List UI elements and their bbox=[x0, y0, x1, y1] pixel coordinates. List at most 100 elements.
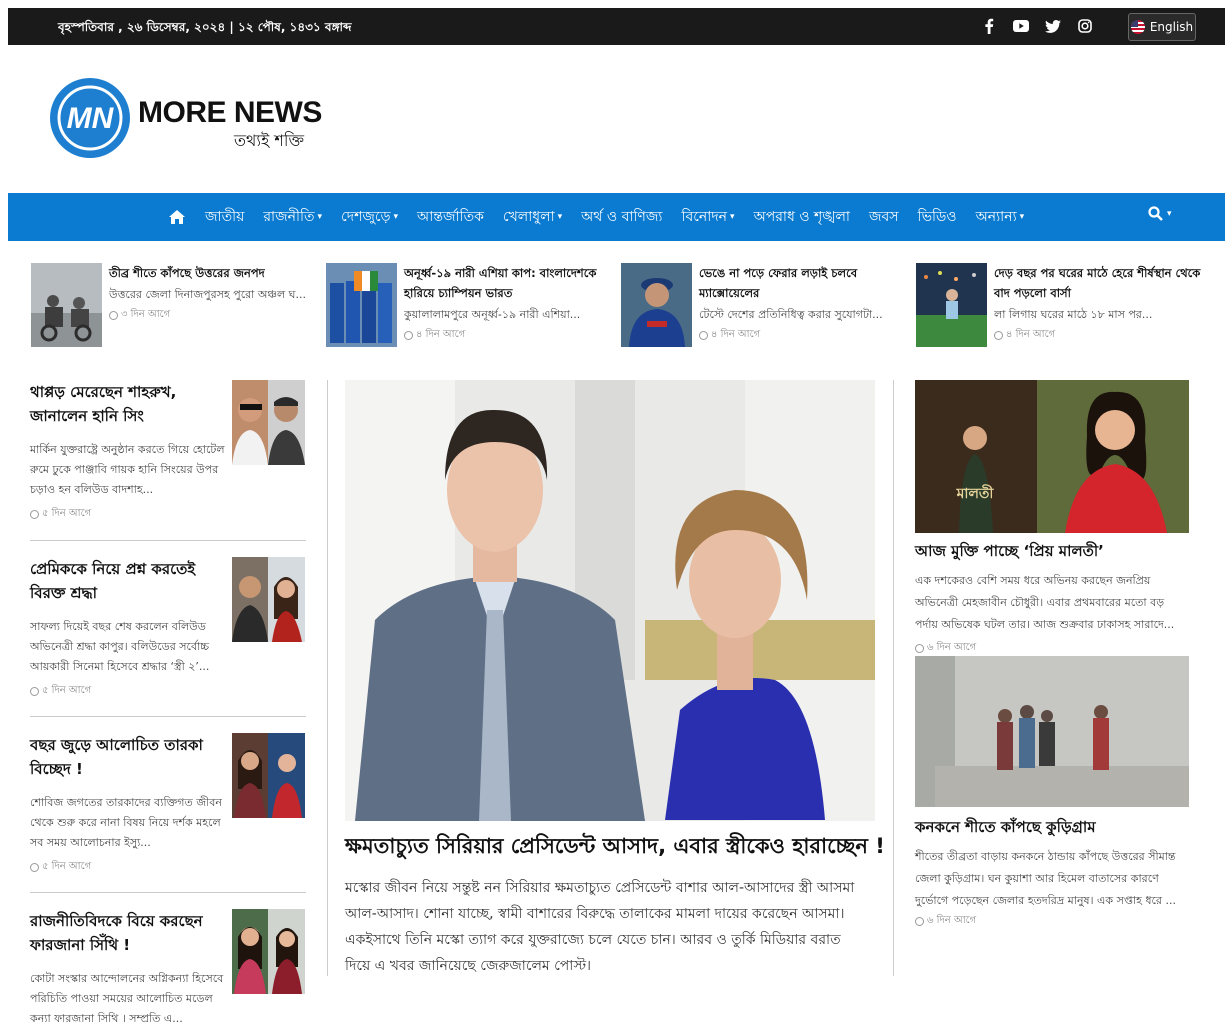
clock-icon bbox=[404, 331, 413, 340]
news-excerpt: কুয়ালালামপুরে অনূর্ধ্ব-১৯ নারী এশিয়া..… bbox=[404, 308, 581, 321]
home-icon[interactable] bbox=[168, 209, 186, 225]
nav-item[interactable]: অর্থ ও বাণিজ্য bbox=[581, 205, 662, 229]
nav-item-label: অর্থ ও বাণিজ্য bbox=[581, 209, 663, 225]
news-thumbnail[interactable] bbox=[916, 263, 987, 347]
nav-item[interactable]: অন্যান্য ▾ bbox=[976, 205, 1025, 229]
news-time: ৪ দিন আগে bbox=[711, 329, 761, 340]
news-time: ৫ দিন আগে bbox=[42, 861, 92, 872]
news-image[interactable] bbox=[915, 656, 1189, 807]
news-title[interactable]: রাজনীতিবিদকে বিয়ে করছেন ফারজানা সিঁথি ! bbox=[30, 909, 220, 957]
nav-item-label: আন্তর্জাতিক bbox=[417, 209, 484, 225]
news-title[interactable]: অনূর্ধ্ব-১৯ নারী এশিয়া কাপ: বাংলাদেশকে … bbox=[404, 263, 614, 303]
clock-icon bbox=[109, 311, 118, 320]
news-time: ৫ দিন আগে bbox=[42, 508, 92, 519]
news-title[interactable]: বছর জুড়ে আলোচিত তারকা বিচ্ছেদ ! bbox=[30, 733, 220, 781]
column-divider bbox=[893, 380, 894, 976]
news-image[interactable]: মালতী bbox=[915, 380, 1189, 533]
logo-mark-text: MN bbox=[67, 102, 115, 135]
language-button[interactable]: English bbox=[1128, 13, 1196, 41]
left-news-item[interactable]: রাজনীতিবিদকে বিয়ে করছেন ফারজানা সিঁথি !… bbox=[30, 909, 306, 1036]
site-logo[interactable]: MN MORE NEWS তথ্যই শক্তি bbox=[48, 68, 322, 168]
logo-tagline: তথ্যই শক্তি bbox=[234, 131, 305, 150]
chevron-down-icon: ▾ bbox=[730, 212, 735, 222]
news-thumbnail[interactable] bbox=[621, 263, 692, 347]
news-title[interactable]: দেড় বছর পর ঘরের মাঠে হেরে শীর্ষস্থান থে… bbox=[994, 263, 1204, 303]
news-title[interactable]: ভেঙে না পড়ে ফেরার লড়াই চলবে ম্যাক্সোয়… bbox=[699, 263, 909, 303]
clock-icon bbox=[30, 687, 39, 696]
column-divider bbox=[327, 380, 328, 976]
news-time: ৪ দিন আগে bbox=[1006, 329, 1056, 340]
news-thumbnail[interactable] bbox=[232, 380, 305, 465]
strip-news-item[interactable]: অনূর্ধ্ব-১৯ নারী এশিয়া কাপ: বাংলাদেশকে … bbox=[326, 263, 606, 347]
divider bbox=[30, 716, 306, 717]
clock-icon bbox=[915, 644, 924, 653]
nav-item-label: বিনোদন bbox=[681, 209, 728, 225]
nav-item[interactable]: রাজনীতি ▾ bbox=[263, 205, 322, 229]
news-thumbnail[interactable] bbox=[31, 263, 102, 347]
nav-item[interactable]: জাতীয় bbox=[205, 205, 244, 229]
news-excerpt: লা লিগায় ঘরের মাঠে ১৮ মাস পর... bbox=[994, 308, 1153, 321]
nav-item[interactable]: দেশজুড়ে ▾ bbox=[341, 205, 398, 229]
news-time: ৩ দিন আগে bbox=[121, 309, 171, 320]
divider bbox=[30, 892, 306, 893]
nav-item[interactable]: জবস bbox=[869, 205, 899, 229]
nav-item[interactable]: ভিডিও bbox=[918, 205, 957, 229]
news-excerpt: উত্তরের জেলা দিনাজপুরসহ পুরো অঞ্চল ঘ... bbox=[109, 288, 306, 301]
nav-item-label: অন্যান্য bbox=[975, 209, 1017, 225]
news-time: ৬ দিন আগে bbox=[927, 642, 977, 653]
strip-news-item[interactable]: তীব্র শীতে কাঁপছে উত্তরের জনপদ উত্তরের জ… bbox=[31, 263, 311, 347]
news-excerpt: কোটা সংস্কার আন্দোলনের অগ্নিকন্যা হিসেবে… bbox=[30, 972, 224, 1025]
left-news-item[interactable]: থাপ্পড় মেরেছেন শাহরুখ, জানালেন হানি সিং… bbox=[30, 380, 306, 530]
news-title[interactable]: প্রেমিককে নিয়ে প্রশ্ন করতেই বিরক্ত শ্রদ… bbox=[30, 557, 220, 605]
chevron-down-icon: ▾ bbox=[393, 212, 399, 222]
news-excerpt: মার্কিন যুক্তরাষ্ট্রে অনুষ্ঠান করতে গিয়… bbox=[30, 443, 225, 496]
nav-item[interactable]: বিনোদন ▾ bbox=[681, 205, 734, 229]
news-thumbnail[interactable] bbox=[232, 909, 305, 994]
search-button[interactable]: ▾ bbox=[1148, 206, 1172, 221]
youtube-icon[interactable] bbox=[1012, 17, 1030, 35]
logo-title: MORE NEWS bbox=[138, 96, 322, 129]
nav-item-label: জবস bbox=[868, 209, 899, 225]
nav-item[interactable]: আন্তর্জাতিক bbox=[417, 205, 484, 229]
nav-item-label: দেশজুড়ে bbox=[341, 209, 391, 225]
instagram-icon[interactable] bbox=[1076, 17, 1094, 35]
strip-news-item[interactable]: দেড় বছর পর ঘরের মাঠে হেরে শীর্ষস্থান থে… bbox=[916, 263, 1200, 347]
us-flag-icon bbox=[1130, 20, 1145, 34]
chevron-down-icon: ▾ bbox=[557, 212, 563, 222]
clock-icon bbox=[30, 510, 39, 519]
search-caret: ▾ bbox=[1167, 208, 1172, 219]
hero-title[interactable]: ক্ষমতাচ্যুত সিরিয়ার প্রেসিডেন্ট আসাদ, এ… bbox=[345, 830, 885, 862]
nav-item-label: জাতীয় bbox=[205, 209, 245, 225]
chevron-down-icon: ▾ bbox=[317, 212, 323, 222]
poster-title: মালতী bbox=[956, 484, 995, 502]
search-icon bbox=[1148, 206, 1163, 221]
news-time: ৬ দিন আগে bbox=[927, 915, 977, 926]
hero-image[interactable] bbox=[345, 380, 875, 821]
strip-news-item[interactable]: ভেঙে না পড়ে ফেরার লড়াই চলবে ম্যাক্সোয়… bbox=[621, 263, 901, 347]
language-label: English bbox=[1149, 20, 1194, 34]
nav-item[interactable]: অপরাধ ও শৃঙ্খলা bbox=[754, 205, 850, 229]
news-title[interactable]: থাপ্পড় মেরেছেন শাহরুখ, জানালেন হানি সিং bbox=[30, 380, 220, 428]
divider bbox=[30, 540, 306, 541]
news-title[interactable]: আজ মুক্তি পাচ্ছে ‘প্রিয় মালতী’ bbox=[915, 540, 1189, 565]
nav-item-label: অপরাধ ও শৃঙ্খলা bbox=[753, 209, 850, 225]
left-news-item[interactable]: বছর জুড়ে আলোচিত তারকা বিচ্ছেদ ! শোবিজ জ… bbox=[30, 733, 306, 883]
nav-item-label: রাজনীতি bbox=[263, 209, 315, 225]
news-thumbnail[interactable] bbox=[326, 263, 397, 347]
hero-excerpt: মস্কোর জীবন নিয়ে সন্তুষ্ট নন সিরিয়ার ক… bbox=[345, 880, 855, 974]
nav-item-label: ভিডিও bbox=[917, 209, 957, 225]
news-thumbnail[interactable] bbox=[232, 557, 305, 642]
news-time: ৪ দিন আগে bbox=[416, 329, 466, 340]
news-title[interactable]: তীব্র শীতে কাঁপছে উত্তরের জনপদ bbox=[109, 263, 319, 283]
nav-item[interactable]: খেলাধুলা ▾ bbox=[503, 205, 562, 229]
twitter-icon[interactable] bbox=[1044, 17, 1062, 35]
top-bar: বৃহস্পতিবার , ২৬ ডিসেম্বর, ২০২৪ | ১২ পৌষ… bbox=[8, 8, 1225, 45]
news-title[interactable]: কনকনে শীতে কাঁপছে কুড়িগ্রাম bbox=[915, 816, 1189, 841]
clock-icon bbox=[30, 863, 39, 872]
facebook-icon[interactable] bbox=[980, 17, 998, 35]
current-date: বৃহস্পতিবার , ২৬ ডিসেম্বর, ২০২৪ | ১২ পৌষ… bbox=[58, 20, 352, 34]
news-thumbnail[interactable] bbox=[232, 733, 305, 818]
left-news-item[interactable]: প্রেমিককে নিয়ে প্রশ্ন করতেই বিরক্ত শ্রদ… bbox=[30, 557, 306, 707]
clock-icon bbox=[915, 917, 924, 926]
news-excerpt: শোবিজ জগতের তারকাদের ব্যক্তিগত জীবন থেকে… bbox=[30, 796, 222, 849]
